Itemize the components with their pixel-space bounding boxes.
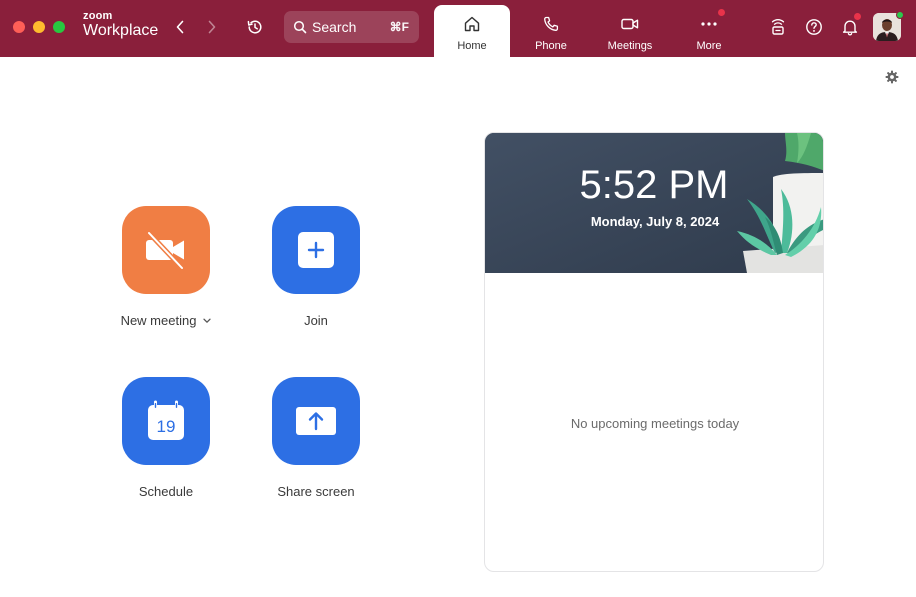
window-minimize-button[interactable]: [33, 21, 45, 33]
video-camera-icon: [620, 13, 640, 35]
tab-home-label: Home: [457, 40, 487, 52]
brand-line-1: zoom: [83, 10, 113, 22]
phone-icon: [542, 13, 560, 35]
chevron-left-icon: [176, 20, 184, 34]
window-maximize-button[interactable]: [53, 21, 65, 33]
tab-phone-label: Phone: [535, 40, 567, 52]
clock-banner: 5:52 PM Monday, July 8, 2024: [485, 133, 823, 273]
forward-button[interactable]: [204, 17, 220, 37]
settings-button[interactable]: [884, 69, 900, 85]
bell-icon: [842, 20, 858, 36]
window-close-button[interactable]: [13, 21, 25, 33]
handoff-button[interactable]: [768, 17, 788, 37]
presence-status-indicator: [896, 11, 904, 19]
back-button[interactable]: [172, 17, 188, 37]
current-time: 5:52 PM: [485, 163, 823, 208]
tab-phone[interactable]: Phone: [513, 5, 589, 57]
share-screen-label: Share screen: [277, 484, 355, 499]
current-date: Monday, July 8, 2024: [590, 214, 720, 229]
share-screen-icon: [296, 407, 336, 435]
schedule-action: 19 Schedule: [96, 377, 236, 499]
notifications-button[interactable]: [840, 13, 861, 37]
tab-more[interactable]: More: [671, 5, 747, 57]
notification-badge: [854, 13, 861, 20]
chevron-right-icon: [208, 20, 216, 34]
tab-home[interactable]: Home: [434, 5, 510, 57]
more-dots-icon: [699, 13, 719, 35]
help-button[interactable]: [804, 17, 824, 37]
new-meeting-label[interactable]: New meeting: [121, 313, 212, 328]
calendar-day: 19: [157, 417, 176, 436]
search-bar[interactable]: Search ⌘F: [284, 11, 419, 43]
upcoming-meetings-panel: 5:52 PM Monday, July 8, 2024 No upcoming…: [484, 132, 824, 572]
notification-badge: [718, 9, 725, 16]
home-icon: [463, 13, 481, 35]
video-off-icon: [146, 230, 185, 271]
calendar-icon: 19: [148, 400, 184, 440]
new-meeting-text: New meeting: [120, 313, 197, 328]
search-label: Search: [312, 19, 357, 35]
title-bar: zoom Workplace Search ⌘F Home Phone Meet…: [0, 0, 916, 57]
join-action: Join: [246, 206, 386, 328]
new-meeting-action: New meeting: [96, 206, 236, 328]
time-text: 5:52 PM: [579, 163, 729, 207]
join-button[interactable]: [272, 206, 360, 294]
search-shortcut: ⌘F: [389, 20, 409, 34]
schedule-button[interactable]: 19: [122, 377, 210, 465]
join-label: Join: [304, 313, 328, 328]
share-screen-action: Share screen: [246, 377, 386, 499]
tab-meetings[interactable]: Meetings: [592, 5, 668, 57]
new-meeting-button[interactable]: [122, 206, 210, 294]
history-icon: [247, 20, 262, 34]
share-screen-button[interactable]: [272, 377, 360, 465]
search-icon: [293, 20, 307, 34]
no-meetings-message: No upcoming meetings today: [570, 416, 740, 431]
tab-meetings-label: Meetings: [607, 40, 653, 52]
help-icon: [806, 19, 822, 35]
app-logo: zoom Workplace: [83, 11, 158, 39]
tab-more-label: More: [696, 40, 722, 52]
room-handoff-icon: [771, 19, 785, 35]
schedule-label: Schedule: [138, 484, 194, 499]
chevron-down-icon: [203, 318, 212, 323]
gear-icon: [885, 70, 899, 84]
history-button[interactable]: [245, 17, 265, 37]
plus-icon: [298, 232, 334, 268]
brand-line-2: Workplace: [83, 22, 159, 39]
